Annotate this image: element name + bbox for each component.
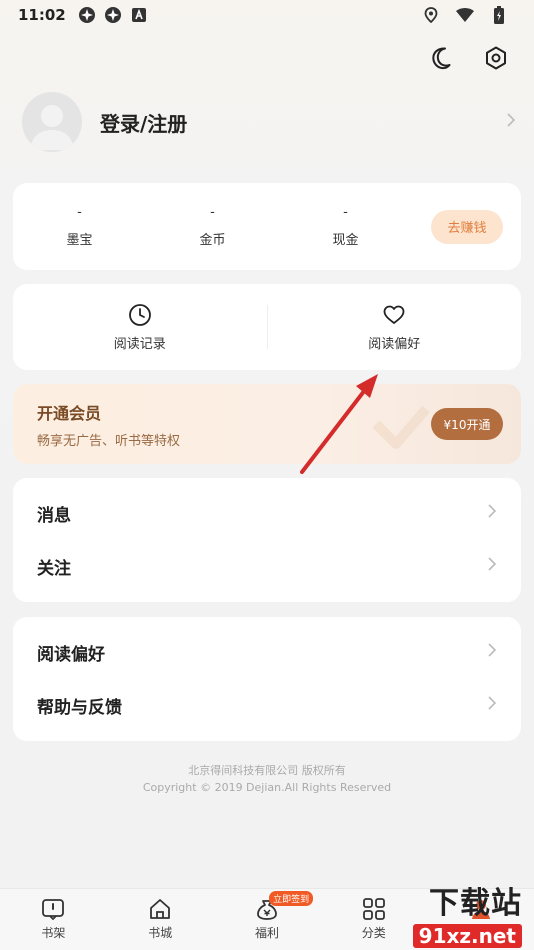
vip-title: 开通会员 bbox=[37, 403, 102, 423]
nav-label: 书架 bbox=[41, 926, 66, 940]
vip-decoration-icon bbox=[372, 405, 430, 449]
site-watermark: 下载站 91xz.net bbox=[380, 884, 530, 950]
nav-label: 书城 bbox=[148, 926, 173, 940]
chevron-right-icon bbox=[487, 642, 497, 663]
clock-icon bbox=[128, 303, 151, 326]
moon-icon bbox=[432, 47, 451, 70]
menu-group-2: 阅读偏好 帮助与反馈 bbox=[13, 617, 521, 741]
night-mode-button[interactable] bbox=[428, 44, 456, 72]
wallet-item-coins[interactable]: - 金币 bbox=[146, 205, 279, 248]
checkin-badge: 立即签到 bbox=[269, 891, 314, 906]
reading-preference-label: 阅读偏好 bbox=[368, 336, 421, 352]
top-actions bbox=[428, 44, 510, 72]
location-icon bbox=[422, 6, 440, 24]
menu-item-follow[interactable]: 关注 bbox=[13, 540, 521, 593]
chevron-right-icon bbox=[487, 556, 497, 577]
menu-item-messages[interactable]: 消息 bbox=[13, 487, 521, 540]
settings-button[interactable] bbox=[482, 44, 510, 72]
wallet-item-cash[interactable]: - 现金 bbox=[279, 205, 412, 248]
copyright-footer: 北京得间科技有限公司 版权所有 Copyright © 2019 Dejian.… bbox=[0, 762, 534, 796]
font-notification-icon bbox=[130, 6, 148, 24]
earn-money-button[interactable]: 去赚钱 bbox=[431, 209, 503, 244]
wallet-label: 现金 bbox=[332, 233, 359, 248]
watermark-brand: 下载站 bbox=[429, 886, 522, 921]
reading-history-label: 阅读记录 bbox=[113, 336, 166, 352]
wifi-icon bbox=[456, 6, 474, 24]
bookshelf-icon bbox=[42, 899, 65, 920]
menu-item-label: 消息 bbox=[37, 506, 71, 526]
copyright-line-2: Copyright © 2019 Dejian.All Rights Reser… bbox=[142, 781, 392, 794]
heart-icon bbox=[383, 305, 405, 324]
reading-preference-button[interactable]: 阅读偏好 bbox=[268, 303, 522, 352]
wallet-value: - bbox=[210, 205, 215, 220]
avatar bbox=[22, 92, 82, 152]
reading-card: 阅读记录 阅读偏好 bbox=[13, 284, 521, 370]
chevron-right-icon bbox=[487, 503, 497, 524]
copyright-line-1: 北京得间科技有限公司 版权所有 bbox=[188, 764, 346, 777]
wallet-label: 金币 bbox=[199, 233, 226, 248]
menu-item-help-feedback[interactable]: 帮助与反馈 bbox=[13, 679, 521, 732]
home-icon bbox=[150, 899, 171, 919]
login-register-label: 登录/注册 bbox=[100, 111, 188, 136]
vip-subtitle: 畅享无广告、听书等特权 bbox=[37, 433, 181, 449]
vip-banner[interactable]: 开通会员 畅享无广告、听书等特权 ¥10开通 bbox=[13, 384, 521, 464]
battery-icon bbox=[490, 6, 508, 24]
nav-welfare[interactable]: 立即签到 福利 bbox=[214, 889, 321, 950]
menu-item-reading-preference[interactable]: 阅读偏好 bbox=[13, 626, 521, 679]
vip-open-button[interactable]: ¥10开通 bbox=[431, 408, 503, 440]
menu-group-1: 消息 关注 bbox=[13, 478, 521, 602]
wallet-value: - bbox=[77, 205, 82, 220]
app-notification-icon bbox=[104, 6, 122, 24]
app-notification-icon bbox=[78, 6, 96, 24]
chevron-right-icon bbox=[506, 112, 516, 132]
wallet-label: 墨宝 bbox=[66, 233, 93, 248]
status-time: 11:02 bbox=[18, 6, 66, 24]
status-bar: 11:02 bbox=[0, 0, 534, 30]
menu-item-label: 阅读偏好 bbox=[37, 645, 105, 665]
menu-item-label: 关注 bbox=[37, 559, 71, 579]
reading-history-button[interactable]: 阅读记录 bbox=[13, 303, 267, 352]
login-register-row[interactable]: 登录/注册 bbox=[22, 92, 516, 152]
wallet-card: - 墨宝 - 金币 - 现金 去赚钱 bbox=[13, 183, 521, 270]
gear-icon bbox=[486, 46, 506, 70]
wallet-item-mobao[interactable]: - 墨宝 bbox=[13, 205, 146, 248]
nav-bookstore[interactable]: 书城 bbox=[107, 889, 214, 950]
nav-bookshelf[interactable]: 书架 bbox=[0, 889, 107, 950]
nav-label: 福利 bbox=[254, 926, 279, 940]
watermark-domain: 91xz.net bbox=[412, 924, 522, 948]
chevron-right-icon bbox=[487, 695, 497, 716]
wallet-value: - bbox=[343, 205, 348, 220]
menu-item-label: 帮助与反馈 bbox=[37, 698, 122, 718]
